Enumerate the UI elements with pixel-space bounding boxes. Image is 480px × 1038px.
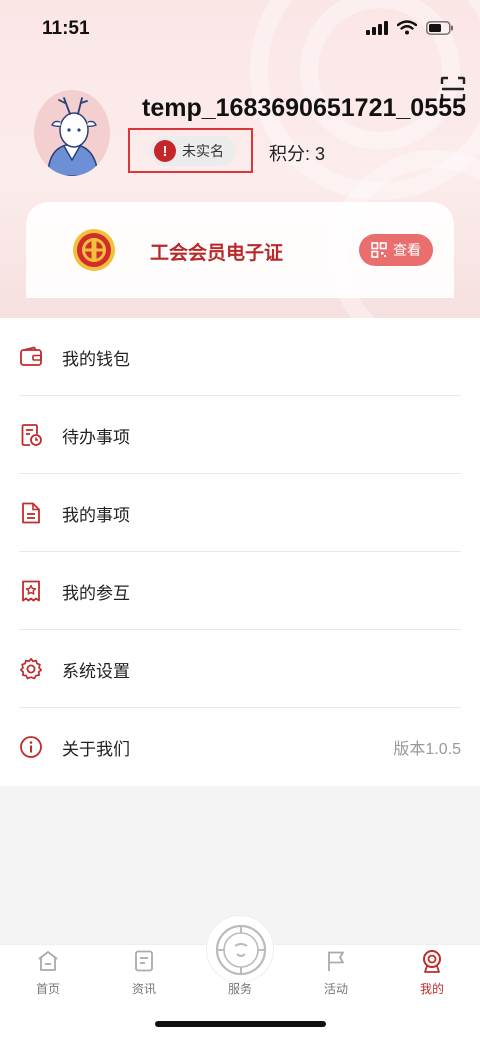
home-indicator [155, 1021, 326, 1027]
star-doc-icon [22, 580, 40, 602]
exclamation-icon: ! [154, 140, 176, 162]
home-icon [38, 951, 58, 971]
username: temp_1683690651721_0555 [142, 94, 466, 122]
profile-badge-icon [423, 950, 441, 973]
menu-item-label: 待办事项 [62, 427, 130, 447]
gear-icon [19, 657, 43, 680]
menu-item-about[interactable]: 关于我们 版本1.0.5 [0, 708, 480, 786]
menu-item-label: 关于我们 [62, 739, 130, 759]
qr-code-icon [371, 242, 387, 258]
union-emblem-icon [73, 229, 115, 271]
status-time: 11:51 [42, 18, 90, 39]
tab-label: 首页 [35, 982, 60, 996]
service-icon [215, 924, 267, 976]
tab-profile[interactable]: 我的 [384, 945, 480, 1005]
version-label: 版本1.0.5 [393, 741, 461, 758]
tab-news[interactable]: 资讯 [96, 945, 192, 1005]
member-card-title: 工会会员电子证 [150, 243, 284, 264]
wallet-icon [20, 346, 42, 366]
menu-item-wallet[interactable]: 我的钱包 [0, 318, 480, 396]
tab-activity[interactable]: 活动 [288, 945, 384, 1005]
battery-icon [426, 20, 453, 35]
points-label: 积分: 3 [269, 144, 326, 164]
verify-status-badge[interactable]: ! 未实名 [150, 136, 236, 166]
menu-item-label: 系统设置 [62, 661, 130, 681]
tab-home[interactable]: 首页 [0, 945, 96, 1005]
service-center-button[interactable] [206, 915, 274, 983]
member-card-view-label: 查看 [393, 242, 421, 258]
signal-icon [366, 20, 388, 35]
tab-label: 活动 [323, 982, 348, 996]
verify-status-highlight: ! 未实名 [128, 128, 253, 173]
news-icon [135, 950, 153, 972]
menu-item-settings[interactable]: 系统设置 [0, 630, 480, 708]
menu-item-label: 我的参互 [62, 583, 130, 603]
info-icon [20, 736, 42, 758]
menu-item-participation[interactable]: 我的参互 [0, 552, 480, 630]
menu-item-todo[interactable]: 待办事项 [0, 396, 480, 474]
document-icon [22, 502, 40, 524]
wifi-icon [397, 20, 417, 35]
menu-list: 我的钱包 待办事项 我的事项 我的参互 系统设置 关于我们 版本1.0.5 [0, 318, 480, 786]
tab-label: 我的 [419, 982, 444, 996]
flag-icon [328, 951, 344, 971]
status-bar: 11:51 [0, 0, 480, 60]
verify-status-label: 未实名 [182, 143, 224, 159]
avatar[interactable] [34, 90, 110, 176]
member-card-view-button[interactable]: 查看 [359, 234, 433, 266]
member-card[interactable]: 工会会员电子证 查看 [26, 202, 454, 298]
tab-label: 资讯 [131, 982, 156, 996]
menu-item-label: 我的钱包 [62, 349, 130, 369]
menu-item-label: 我的事项 [62, 505, 130, 525]
todo-icon [21, 424, 42, 446]
menu-item-my-matters[interactable]: 我的事项 [0, 474, 480, 552]
